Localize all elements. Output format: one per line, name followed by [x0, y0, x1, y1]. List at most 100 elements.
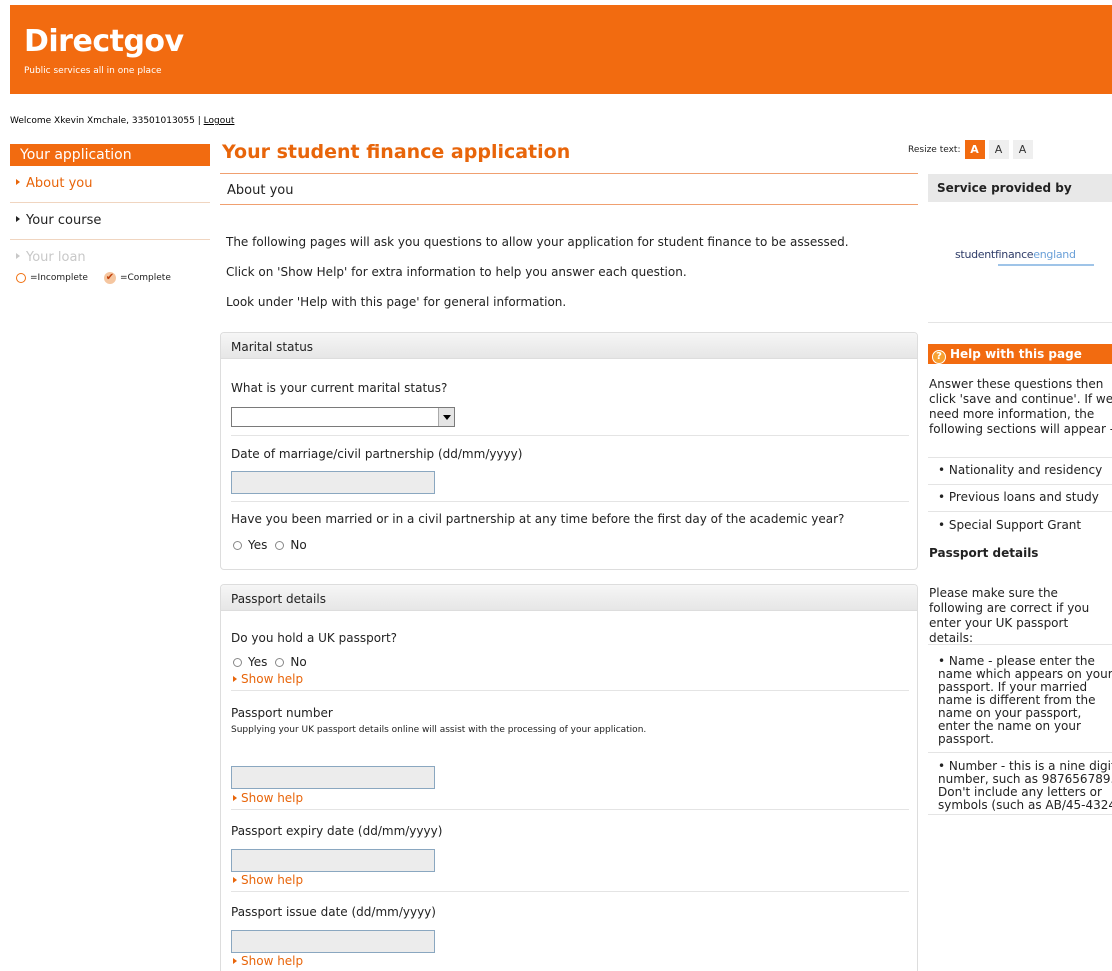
divider [928, 457, 1112, 458]
intro-line: Click on 'Show Help' for extra informati… [226, 265, 687, 279]
text-size-small-button[interactable]: A [964, 140, 985, 159]
tagline: Public services all in one place [24, 66, 162, 76]
divider [928, 814, 1112, 815]
divider [231, 690, 909, 691]
complete-check-icon: ✔ [103, 272, 116, 284]
divider [928, 644, 1112, 645]
logout-link[interactable]: Logout [204, 116, 235, 126]
marriage-date-label: Date of marriage/civil partnership (dd/m… [231, 447, 523, 461]
help-heading-label: Help with this page [950, 347, 1082, 361]
uk-passport-yes-radio[interactable] [233, 657, 242, 667]
divider [231, 501, 909, 502]
chevron-down-icon[interactable] [438, 408, 454, 426]
sidebar-item-about-you[interactable]: About you [10, 166, 210, 203]
passport-number-input[interactable] [231, 766, 435, 789]
show-help-link[interactable]: Show help [233, 672, 303, 686]
arrow-icon [16, 215, 20, 222]
incomplete-circle-icon [16, 273, 26, 283]
radio-label: No [290, 538, 307, 552]
arrow-icon [16, 178, 20, 185]
status-legend: =Incomplete ✔ =Complete [10, 270, 210, 284]
marital-status-panel: Marital status What is your current mari… [220, 332, 918, 570]
help-bullet-number: • Number - this is a nine digit number, … [938, 759, 1112, 812]
marital-status-question: What is your current marital status? [231, 381, 448, 395]
show-help-label: Show help [241, 873, 304, 887]
service-provided-heading: Service provided by [928, 174, 1112, 202]
section-title: About you [220, 174, 918, 205]
help-section-item: • Nationality and residency [938, 463, 1103, 477]
marital-status-select[interactable] [231, 407, 455, 427]
legend-incomplete: =Incomplete [30, 273, 88, 283]
arrow-icon [233, 876, 237, 883]
right-column: Service provided by studentfinanceenglan… [928, 174, 1112, 815]
marriage-date-input[interactable] [231, 471, 435, 494]
divider [231, 809, 909, 810]
sidebar-item-label: Your loan [26, 250, 86, 265]
logo-swoosh [998, 264, 1094, 266]
help-with-this-page-heading: ? Help with this page [928, 344, 1112, 364]
show-help-link[interactable]: Show help [233, 954, 303, 968]
logo-text: studentfinance [955, 248, 1034, 261]
arrow-icon [233, 794, 237, 801]
marital-status-heading: Marital status [221, 333, 917, 359]
application-sidebar: Your application About you Your course Y… [10, 144, 210, 284]
prior-marriage-radios: Yes No [233, 538, 315, 552]
arrow-icon [233, 675, 237, 682]
help-intro: Answer these questions then click 'save … [929, 377, 1112, 436]
prior-marriage-question: Have you been married or in a civil part… [231, 512, 845, 526]
welcome-bar: Welcome Xkevin Xmchale, 33501013055 | Lo… [10, 116, 234, 126]
help-section-label: Special Support Grant [948, 518, 1082, 532]
logo-text: england [1033, 248, 1076, 261]
show-help-label: Show help [241, 954, 304, 968]
text-size-medium-button[interactable]: A [988, 140, 1009, 159]
welcome-text: Welcome Xkevin Xmchale, 33501013055 | [10, 116, 204, 126]
prior-marriage-no-radio[interactable] [275, 540, 285, 550]
divider [231, 435, 909, 436]
arrow-icon [233, 957, 237, 964]
student-finance-england-logo[interactable]: studentfinanceengland [955, 248, 1076, 261]
main-content: Your student finance application About y… [220, 140, 918, 971]
directgov-logo[interactable]: Directgov [24, 25, 184, 59]
help-section-item: • Special Support Grant [938, 518, 1082, 532]
passport-expiry-input[interactable] [231, 849, 435, 872]
resize-text-control: Resize text: A A A [908, 140, 1033, 159]
sidebar-item-your-loan: Your loan [10, 240, 210, 270]
passport-expiry-label: Passport expiry date (dd/mm/yyyy) [231, 824, 443, 838]
uk-passport-question: Do you hold a UK passport? [231, 631, 398, 645]
passport-issue-input[interactable] [231, 930, 435, 953]
prior-marriage-yes-radio[interactable] [233, 540, 242, 550]
legend-complete: =Complete [119, 273, 171, 283]
uk-passport-radios: Yes No [233, 655, 315, 669]
radio-label: No [290, 655, 307, 669]
radio-label: Yes [248, 655, 268, 669]
show-help-link[interactable]: Show help [233, 873, 303, 887]
resize-label: Resize text: [908, 144, 961, 155]
help-passport-text: Please make sure the following are corre… [929, 586, 1090, 645]
passport-details-panel: Passport details Do you hold a UK passpo… [220, 584, 918, 971]
site-header: Directgov Public services all in one pla… [10, 5, 1112, 94]
sidebar-item-label: About you [26, 176, 93, 191]
show-help-label: Show help [241, 791, 304, 805]
help-section-item: • Previous loans and study [938, 490, 1099, 504]
passport-number-label: Passport number [231, 706, 333, 720]
passport-details-heading: Passport details [221, 585, 917, 611]
help-question-icon: ? [932, 350, 946, 364]
arrow-icon [16, 252, 20, 259]
show-help-link[interactable]: Show help [233, 791, 303, 805]
sidebar-title: Your application [10, 144, 210, 166]
divider [928, 484, 1112, 485]
page-title: Your student finance application [220, 140, 918, 174]
radio-label: Yes [248, 538, 268, 552]
passport-number-note: Supplying your UK passport details onlin… [231, 725, 647, 735]
help-passport-heading: Passport details [929, 546, 1039, 560]
sidebar-item-label: Your course [26, 213, 102, 228]
help-section-label: Nationality and residency [948, 463, 1103, 477]
help-bullet-name: • Name - please enter the name which app… [938, 654, 1112, 746]
divider [928, 322, 1112, 323]
divider [928, 752, 1112, 753]
divider [928, 511, 1112, 512]
sidebar-item-your-course[interactable]: Your course [10, 203, 210, 240]
show-help-label: Show help [241, 672, 304, 686]
text-size-large-button[interactable]: A [1012, 140, 1033, 159]
uk-passport-no-radio[interactable] [275, 657, 285, 667]
